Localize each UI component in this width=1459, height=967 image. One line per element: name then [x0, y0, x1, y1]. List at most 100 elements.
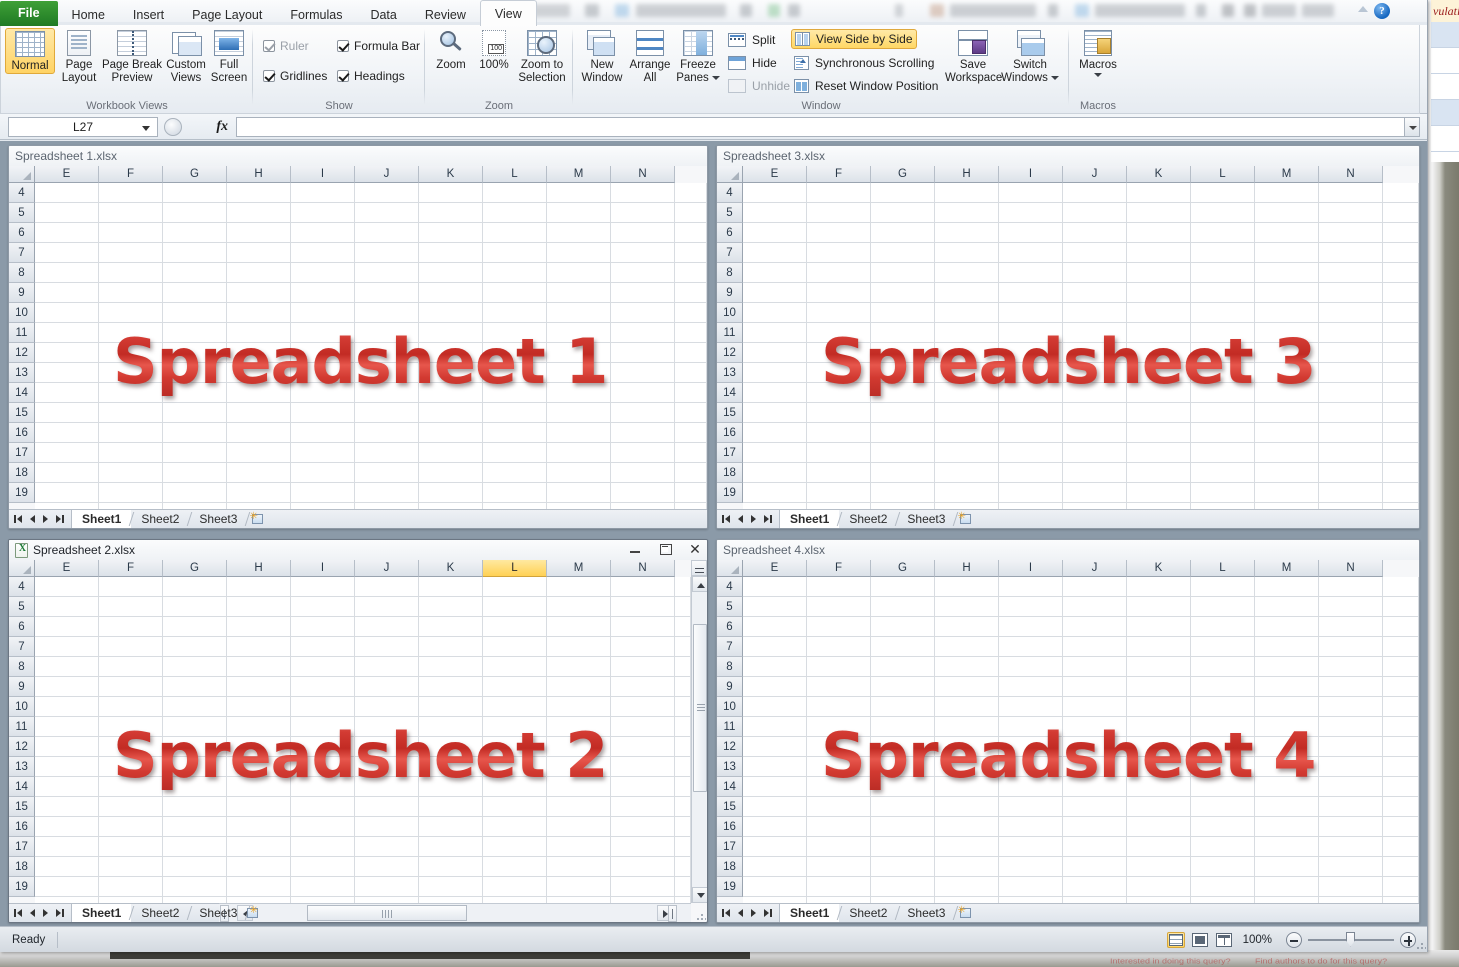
column-header-F[interactable]: F	[807, 560, 871, 577]
row-header[interactable]: 14	[717, 383, 743, 403]
first-sheet-button[interactable]	[722, 909, 730, 917]
first-sheet-button[interactable]	[14, 515, 22, 523]
column-header-J[interactable]: J	[1063, 560, 1127, 577]
minimize-button[interactable]	[627, 541, 643, 557]
row-header[interactable]: 19	[9, 877, 35, 897]
next-sheet-button[interactable]	[751, 909, 756, 917]
restore-button[interactable]	[657, 541, 673, 557]
full-screen-button[interactable]: Full Screen	[207, 28, 251, 85]
help-icon[interactable]: ?	[1374, 3, 1390, 19]
row-header[interactable]: 7	[717, 637, 743, 657]
gridlines-checkbox-row[interactable]: Gridlines	[263, 69, 327, 83]
sheet-nav-buttons[interactable]	[9, 904, 72, 923]
row-header[interactable]: 8	[9, 657, 35, 677]
row-header[interactable]: 15	[717, 403, 743, 423]
cell-area[interactable]: Spreadsheet 2	[35, 577, 691, 904]
zoom-out-button[interactable]	[1286, 932, 1302, 948]
row-header[interactable]: 9	[717, 677, 743, 697]
column-header-G[interactable]: G	[163, 560, 227, 577]
synchronous-scrolling-button[interactable]: Synchronous Scrolling	[791, 53, 937, 73]
minimize-ribbon-icon[interactable]	[1358, 6, 1368, 12]
name-box[interactable]: L27	[8, 117, 158, 137]
scroll-up-button[interactable]	[692, 576, 708, 592]
reset-window-position-button[interactable]: Reset Window Position	[791, 76, 941, 96]
custom-views-button[interactable]: Custom Views	[165, 28, 207, 85]
zoom-button[interactable]: Zoom	[429, 28, 473, 72]
split-button[interactable]: Split	[725, 30, 778, 50]
column-header-K[interactable]: K	[1127, 166, 1191, 183]
row-header[interactable]: 12	[9, 343, 35, 363]
row-header[interactable]: 11	[9, 717, 35, 737]
page-break-preview-button[interactable]: Page Break Preview	[101, 28, 163, 85]
formula-bar-checkbox-row[interactable]: Formula Bar	[337, 39, 420, 53]
expand-formula-bar-button[interactable]	[1404, 117, 1420, 137]
column-header-L[interactable]: L	[1191, 560, 1255, 577]
row-header[interactable]: 14	[9, 383, 35, 403]
page-layout-view-status-button[interactable]	[1191, 932, 1209, 948]
select-all-corner[interactable]	[717, 166, 743, 183]
row-header[interactable]: 10	[717, 303, 743, 323]
sheet-tab-sheet3[interactable]: Sheet3	[897, 904, 955, 922]
row-header[interactable]: 16	[717, 817, 743, 837]
sheet-tab-sheet1[interactable]: Sheet1	[780, 904, 839, 922]
column-header-G[interactable]: G	[871, 166, 935, 183]
row-header[interactable]: 19	[717, 483, 743, 503]
prev-sheet-button[interactable]	[30, 909, 35, 917]
gridlines-checkbox[interactable]	[263, 70, 275, 82]
row-header[interactable]: 6	[9, 617, 35, 637]
column-header-K[interactable]: K	[419, 560, 483, 577]
row-header[interactable]: 15	[717, 797, 743, 817]
row-header[interactable]: 14	[9, 777, 35, 797]
sheet-tab-sheet1[interactable]: Sheet1	[72, 904, 131, 922]
prev-sheet-button[interactable]	[30, 515, 35, 523]
row-header[interactable]: 4	[717, 183, 743, 203]
child-title-bar-spreadsheet-1[interactable]: Spreadsheet 1.xlsx	[9, 146, 707, 166]
column-header-L[interactable]: L	[483, 166, 547, 183]
fx-icon[interactable]: fx	[216, 119, 236, 135]
chevron-down-icon[interactable]	[142, 126, 150, 131]
freeze-panes-button[interactable]: Freeze Panes	[673, 28, 723, 85]
sheet-tab-sheet1[interactable]: Sheet1	[780, 510, 839, 528]
column-header-K[interactable]: K	[1127, 560, 1191, 577]
row-header[interactable]: 13	[717, 363, 743, 383]
sheet-tab-sheet1[interactable]: Sheet1	[72, 510, 131, 528]
cell-area[interactable]: Spreadsheet 1	[35, 183, 707, 510]
save-workspace-button[interactable]: Save Workspace	[945, 28, 1001, 85]
ruler-checkbox-row[interactable]: Ruler	[263, 39, 309, 53]
row-header[interactable]: 19	[9, 483, 35, 503]
page-break-preview-status-button[interactable]	[1215, 932, 1233, 948]
row-header[interactable]: 11	[9, 323, 35, 343]
close-button[interactable]: ✕	[687, 541, 703, 557]
next-sheet-button[interactable]	[43, 909, 48, 917]
split-box-horizontal[interactable]	[668, 905, 677, 922]
column-header-K[interactable]: K	[419, 166, 483, 183]
tab-review[interactable]: Review	[411, 4, 480, 26]
row-header[interactable]: 10	[9, 697, 35, 717]
row-header[interactable]: 17	[9, 443, 35, 463]
row-header[interactable]: 16	[717, 423, 743, 443]
row-header[interactable]: 15	[9, 403, 35, 423]
select-all-corner[interactable]	[9, 560, 35, 577]
sheet-nav-buttons[interactable]	[717, 904, 780, 923]
row-header[interactable]: 12	[717, 737, 743, 757]
row-header[interactable]: 7	[9, 637, 35, 657]
insert-worksheet-icon[interactable]: ✳	[247, 904, 258, 922]
column-header-J[interactable]: J	[355, 560, 419, 577]
sheet-tab-sheet3[interactable]: Sheet3	[189, 904, 247, 922]
row-header[interactable]: 15	[9, 797, 35, 817]
select-all-corner[interactable]	[9, 166, 35, 183]
hide-button[interactable]: Hide	[725, 53, 780, 73]
prev-sheet-button[interactable]	[738, 909, 743, 917]
chevron-down-icon[interactable]	[1051, 76, 1059, 80]
column-header-N[interactable]: N	[1319, 560, 1383, 577]
row-header[interactable]: 16	[9, 817, 35, 837]
row-header[interactable]: 9	[717, 283, 743, 303]
last-sheet-button[interactable]	[56, 909, 64, 917]
column-header-E[interactable]: E	[35, 560, 99, 577]
child-window-spreadsheet-4[interactable]: Spreadsheet 4.xlsx E F G H I J K L M N	[716, 539, 1420, 923]
first-sheet-button[interactable]	[14, 909, 22, 917]
tab-formulas[interactable]: Formulas	[276, 4, 356, 26]
column-header-H[interactable]: H	[935, 166, 999, 183]
column-header-E[interactable]: E	[743, 166, 807, 183]
scroll-down-button[interactable]	[692, 887, 708, 903]
